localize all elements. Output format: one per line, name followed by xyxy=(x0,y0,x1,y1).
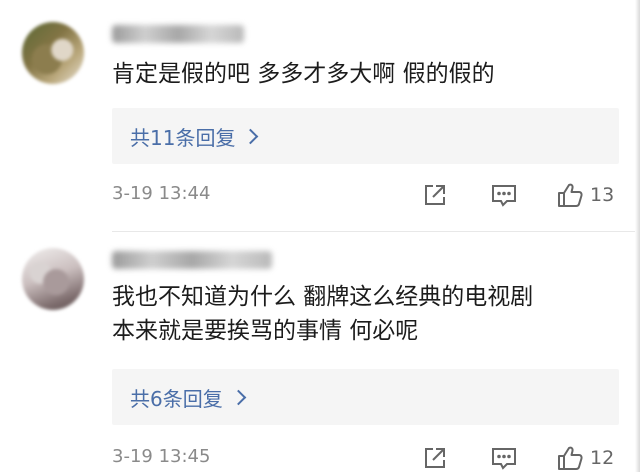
comment-item: 肯定是假的吧 多多才多大啊 假的假的 共11条回复 3-19 13:44 13 xyxy=(0,0,640,232)
comment-text-line: 本来就是要挨骂的事情 何必呢 xyxy=(112,318,419,344)
replies-label: 共6条回复 xyxy=(130,386,223,411)
timestamp: 3-19 13:45 xyxy=(112,446,211,467)
like-count: 13 xyxy=(590,184,615,206)
reply-button[interactable] xyxy=(490,442,518,472)
share-button[interactable] xyxy=(422,179,448,211)
thumbs-up-icon xyxy=(558,183,583,207)
comment-text: 肯定是假的吧 多多才多大啊 假的假的 xyxy=(112,57,622,91)
share-button[interactable] xyxy=(422,442,448,472)
scrollbar[interactable] xyxy=(635,0,640,472)
like-button[interactable]: 12 xyxy=(556,442,614,472)
chevron-right-icon xyxy=(243,128,259,144)
reply-button[interactable] xyxy=(490,179,518,211)
comment-icon xyxy=(492,448,516,470)
timestamp: 3-19 13:44 xyxy=(112,183,211,204)
comment-text-line: 肯定是假的吧 多多才多大啊 假的假的 xyxy=(112,61,495,87)
comment-text: 我也不知道为什么 翻牌这么经典的电视剧 本来就是要挨骂的事情 何必呢 xyxy=(112,280,622,348)
username-blurred[interactable] xyxy=(112,251,272,269)
comment-footer: 3-19 13:45 12 xyxy=(112,442,622,472)
comment-item: 我也不知道为什么 翻牌这么经典的电视剧 本来就是要挨骂的事情 何必呢 共6条回复… xyxy=(0,232,640,472)
thumbs-up-icon xyxy=(558,446,583,470)
replies-label: 共11条回复 xyxy=(130,125,236,150)
view-replies-button[interactable]: 共6条回复 xyxy=(112,369,619,425)
view-replies-button[interactable]: 共11条回复 xyxy=(112,108,619,164)
comment-footer: 3-19 13:44 13 xyxy=(112,179,622,211)
share-icon xyxy=(425,448,445,468)
chevron-right-icon xyxy=(230,389,247,405)
avatar[interactable] xyxy=(22,22,84,84)
share-icon xyxy=(425,185,445,205)
comment-text-line: 我也不知道为什么 翻牌这么经典的电视剧 xyxy=(112,284,534,310)
comment-icon xyxy=(492,185,516,207)
avatar[interactable] xyxy=(22,248,84,310)
username-blurred[interactable] xyxy=(112,25,244,43)
comment-list: 肯定是假的吧 多多才多大啊 假的假的 共11条回复 3-19 13:44 13 … xyxy=(0,0,640,472)
like-button[interactable]: 13 xyxy=(556,179,614,211)
like-count: 12 xyxy=(590,447,615,469)
